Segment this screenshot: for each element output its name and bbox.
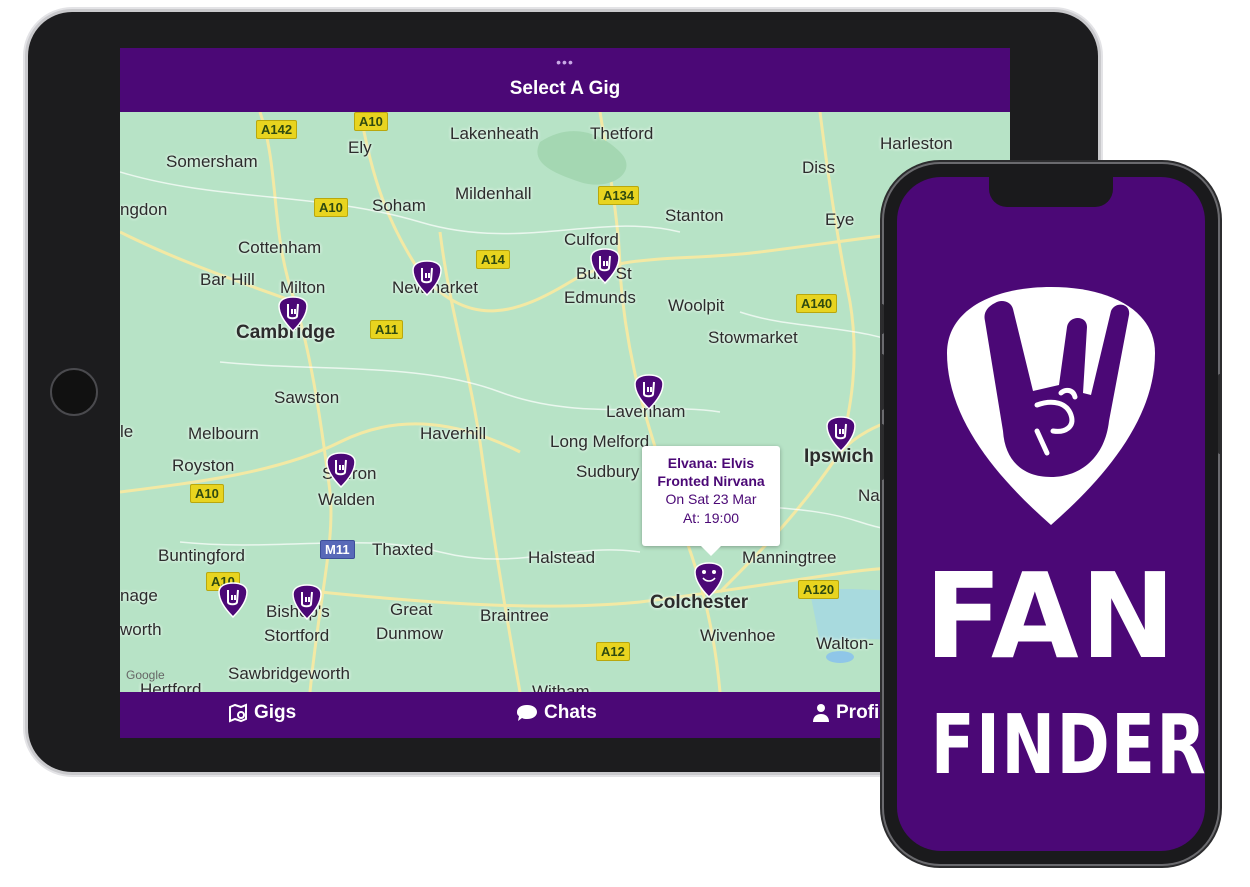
tablet-screen: ••• Select A Gig Lakenheath Thetford Har… <box>120 48 1010 738</box>
map-label: Stanton <box>665 206 724 225</box>
phone-screen: FAN FINDER <box>897 177 1205 851</box>
road-shield: A11 <box>370 320 404 339</box>
map-label: Stortford <box>264 626 330 645</box>
gig-date: On Sat 23 Mar <box>665 491 757 507</box>
road-shield: A10 <box>314 198 348 217</box>
more-dots-icon[interactable]: ••• <box>120 54 1010 70</box>
map-label: Melbourn <box>188 424 259 443</box>
map-label: ngdon <box>120 200 168 219</box>
gig-pin-icon[interactable] <box>634 374 664 410</box>
map-label: Long Melford <box>550 432 650 451</box>
map-label: worth <box>120 620 162 639</box>
map-label: Woolpit <box>668 296 725 315</box>
gig-pin-icon[interactable] <box>326 452 356 488</box>
map-label: Thetford <box>590 124 654 143</box>
map-label: Diss <box>802 158 836 177</box>
map-label: Walton- <box>816 634 874 653</box>
road-shield: A10 <box>354 112 388 131</box>
gig-pin-icon[interactable] <box>590 248 620 284</box>
map-label: Dunmow <box>376 624 444 643</box>
google-logo: Google <box>126 668 165 682</box>
phone-notch <box>989 177 1113 207</box>
phone-button <box>880 424 884 480</box>
map-label: nage <box>120 586 158 605</box>
map-label: Walden <box>318 490 376 509</box>
road-shield: A120 <box>798 580 840 599</box>
tab-gigs[interactable]: Gigs <box>228 702 296 724</box>
brand-fan: FAN <box>924 547 1178 685</box>
gig-time: At: 19:00 <box>682 510 740 526</box>
map-label: Milton <box>280 278 326 297</box>
map-label: Halstead <box>528 548 596 567</box>
gig-pin-icon[interactable] <box>412 260 442 296</box>
map-label: Buntingford <box>158 546 245 565</box>
guitar-pick-hand-logo-icon <box>947 287 1155 525</box>
map-label: Soham <box>372 196 426 215</box>
road-shield: A10 <box>190 484 224 503</box>
phone-button <box>880 304 884 334</box>
gig-pin-icon[interactable] <box>218 582 248 618</box>
tab-profile[interactable]: Profi <box>812 702 879 724</box>
map-label: Mildenhall <box>455 184 532 203</box>
gig-info-window[interactable]: Elvana: Elvis Fronted Nirvana On Sat 23 … <box>642 446 780 556</box>
map-label: Harleston <box>880 134 953 153</box>
map-label: Cottenham <box>238 238 322 257</box>
map-label: Sawston <box>274 388 340 407</box>
home-button[interactable] <box>50 368 98 416</box>
user-icon <box>813 704 829 722</box>
gig-map[interactable]: Lakenheath Thetford Harleston Somersham … <box>120 112 1010 692</box>
map-label: Great <box>390 600 433 619</box>
phone-device: FAN FINDER <box>880 164 1222 864</box>
map-label: Eye <box>825 210 855 229</box>
phone-button <box>880 354 884 410</box>
app-header: ••• Select A Gig <box>120 48 1010 112</box>
map-roads <box>120 112 1010 692</box>
road-shield: M11 <box>320 540 355 559</box>
gig-pin-icon[interactable] <box>278 296 308 332</box>
map-label: Lakenheath <box>450 124 539 143</box>
map-search-icon <box>229 703 247 723</box>
road-shield: A12 <box>596 642 630 661</box>
chat-bubble-icon <box>517 705 537 721</box>
phone-button <box>1218 374 1222 454</box>
map-label: Culford <box>564 230 619 249</box>
map-label: Royston <box>172 456 235 475</box>
road-shield: A140 <box>796 294 838 313</box>
map-label: Braintree <box>480 606 549 625</box>
page-title: Select A Gig <box>509 78 621 99</box>
map-label: Thaxted <box>372 540 434 559</box>
gig-pin-icon[interactable] <box>292 584 322 620</box>
map-label: le <box>120 422 134 441</box>
selected-gig-pin-icon[interactable] <box>694 562 724 598</box>
map-label: Wivenhoe <box>700 626 776 645</box>
bottom-tab-bar: Gigs Chats Profi <box>120 692 1010 738</box>
map-label: Manningtree <box>742 548 837 567</box>
tab-chats[interactable]: Chats <box>516 702 597 724</box>
map-label: Ely <box>348 138 372 157</box>
map-label: Sawbridgeworth <box>228 664 350 683</box>
map-label: Haverhill <box>420 424 487 443</box>
gig-title: Elvana: Elvis Fronted Nirvana <box>657 455 765 489</box>
map-label: Witham <box>532 682 590 692</box>
map-label: Somersham <box>166 152 258 171</box>
brand-finder: FINDER <box>930 698 1205 793</box>
road-shield: A14 <box>476 250 510 269</box>
road-shield: A142 <box>256 120 298 139</box>
map-label: Edmunds <box>564 288 636 307</box>
tab-chats-label: Chats <box>544 702 597 723</box>
road-shield: A134 <box>598 186 640 205</box>
tab-gigs-label: Gigs <box>254 702 297 723</box>
map-label: Sudbury <box>576 462 640 481</box>
map-label: Bar Hill <box>200 270 255 289</box>
tab-profile-label: Profi <box>836 702 880 723</box>
gig-pin-icon[interactable] <box>826 416 856 452</box>
map-label: Stowmarket <box>708 328 798 347</box>
